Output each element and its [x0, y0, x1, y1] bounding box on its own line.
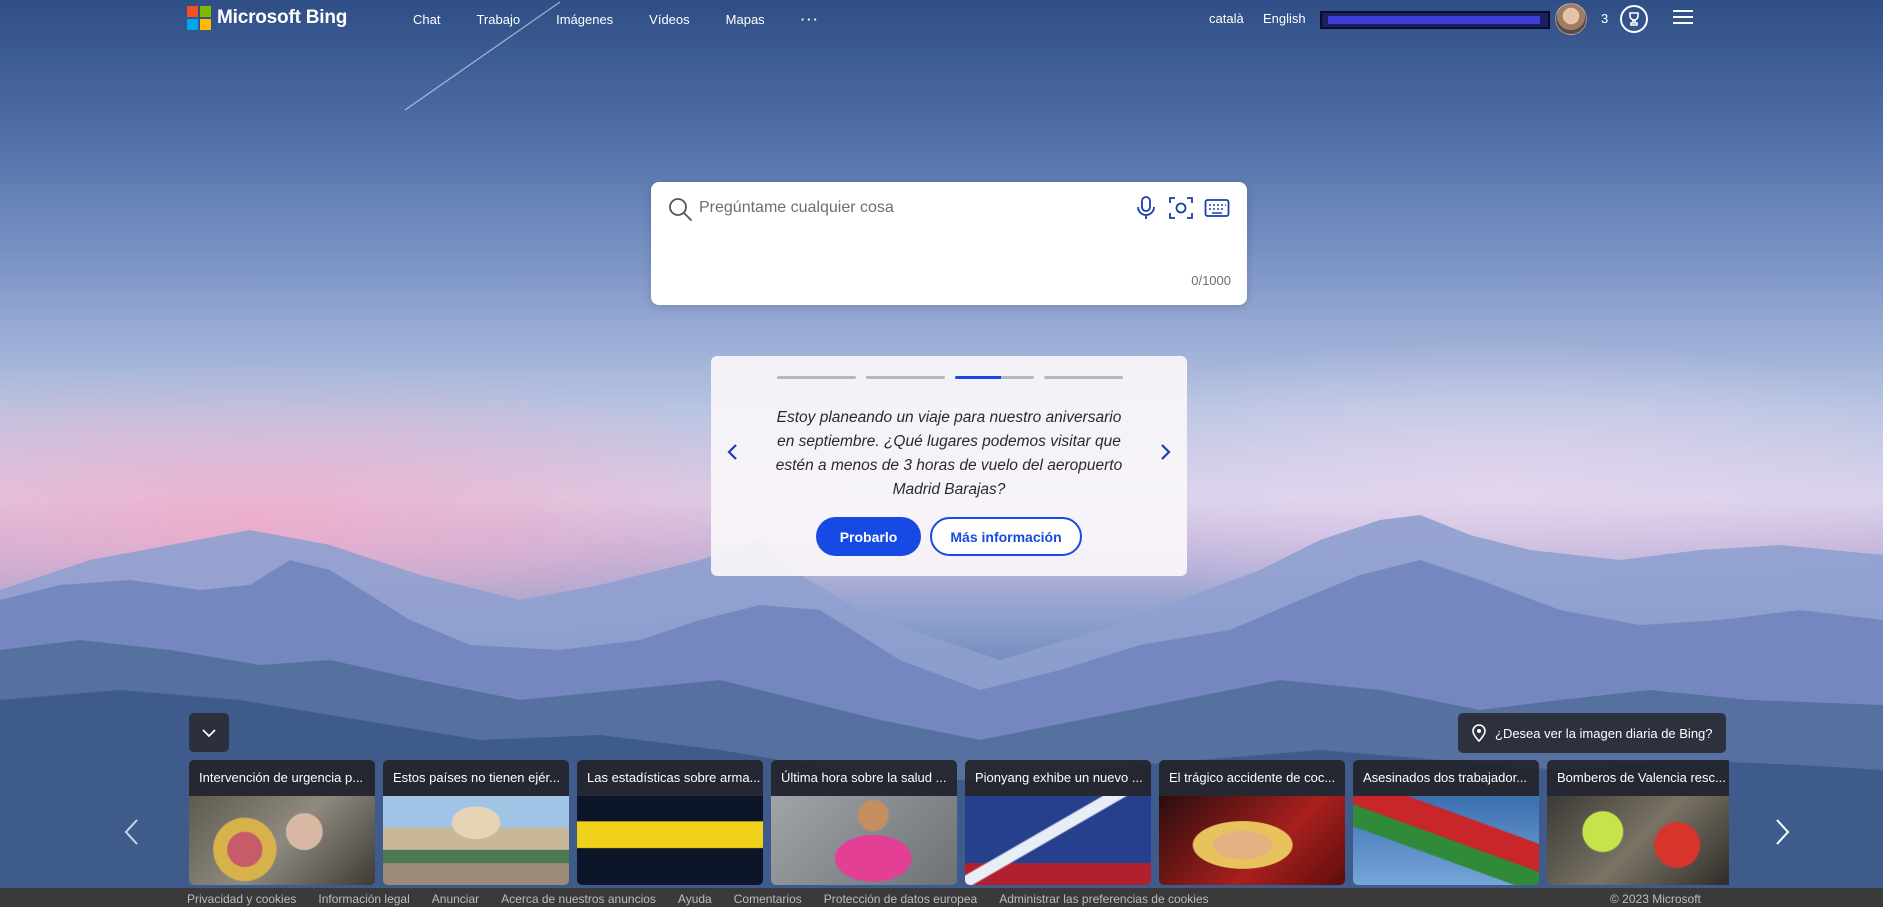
progress-step[interactable] [1044, 376, 1123, 379]
news-card[interactable]: Asesinados dos trabajador... [1353, 760, 1539, 885]
microsoft-logo-icon [187, 6, 211, 30]
char-count: 0/1000 [1191, 273, 1231, 288]
news-title: Asesinados dos trabajador... [1353, 760, 1539, 796]
news-title: Bomberos de Valencia resc... [1547, 760, 1729, 796]
top-header: Microsoft Bing Chat Trabajo Imágenes Víd… [0, 0, 1883, 40]
progress-step[interactable] [777, 376, 856, 379]
rewards-count[interactable]: 3 [1601, 11, 1608, 26]
news-card[interactable]: El trágico accidente de coc... [1159, 760, 1345, 885]
news-prev-chevron-icon[interactable] [121, 817, 143, 847]
news-card[interactable]: Las estadísticas sobre arma... [577, 760, 763, 885]
news-title: El trágico accidente de coc... [1159, 760, 1345, 796]
avatar[interactable] [1555, 3, 1587, 35]
prompt-text: Estoy planeando un viaje para nuestro an… [775, 409, 1123, 498]
progress-step-active[interactable] [955, 376, 1034, 379]
top-nav: Chat Trabajo Imágenes Vídeos Mapas ··· [413, 12, 820, 27]
nav-trabajo[interactable]: Trabajo [476, 12, 520, 27]
news-card[interactable]: Intervención de urgencia p... [189, 760, 375, 885]
nav-mapas[interactable]: Mapas [726, 12, 765, 27]
footer-link[interactable]: Ayuda [678, 892, 712, 906]
footer-link[interactable]: Administrar las preferencias de cookies [999, 892, 1208, 906]
news-thumbnail [771, 796, 957, 885]
news-card[interactable]: Última hora sobre la salud ... [771, 760, 957, 885]
daily-image-button[interactable]: ¿Desea ver la imagen diaria de Bing? [1458, 713, 1726, 753]
search-box: 0/1000 [651, 182, 1247, 305]
brand-name: Microsoft Bing [217, 7, 348, 28]
rewards-trophy-icon[interactable] [1620, 5, 1648, 33]
news-thumbnail [965, 796, 1151, 885]
nav-more-button[interactable]: ··· [801, 12, 820, 27]
copyright: © 2023 Microsoft [1610, 892, 1701, 906]
bing-logo[interactable]: Microsoft Bing [187, 6, 347, 30]
daily-image-label: ¿Desea ver la imagen diaria de Bing? [1495, 725, 1713, 741]
news-carousel: Intervención de urgencia p... Estos país… [189, 760, 1729, 885]
footer-link[interactable]: Acerca de nuestros anuncios [501, 892, 656, 906]
news-thumbnail [383, 796, 569, 885]
visual-search-icon[interactable] [1168, 195, 1194, 221]
footer-link[interactable]: Protección de datos europea [824, 892, 977, 906]
hamburger-menu-icon[interactable] [1673, 10, 1695, 26]
news-card[interactable]: Estos países no tienen ejér... [383, 760, 569, 885]
footer: Privacidad y cookies Información legal A… [0, 888, 1883, 907]
chevron-right-icon[interactable] [1155, 440, 1175, 464]
more-info-button[interactable]: Más información [930, 517, 1082, 556]
news-title: Última hora sobre la salud ... [771, 760, 957, 796]
news-title: Pionyang exhibe un nuevo ... [965, 760, 1151, 796]
footer-links: Privacidad y cookies Información legal A… [187, 892, 1209, 906]
search-icon [669, 198, 692, 221]
news-title: Intervención de urgencia p... [189, 760, 375, 796]
news-card[interactable]: Pionyang exhibe un nuevo ... [965, 760, 1151, 885]
news-thumbnail [1547, 796, 1729, 885]
footer-link[interactable]: Anunciar [432, 892, 479, 906]
redacted-username [1320, 11, 1550, 29]
news-thumbnail [189, 796, 375, 885]
collapse-news-button[interactable] [189, 713, 229, 752]
lang-english[interactable]: English [1263, 11, 1306, 26]
news-thumbnail [1159, 796, 1345, 885]
footer-link[interactable]: Privacidad y cookies [187, 892, 296, 906]
carousel-progress [777, 376, 1123, 379]
lang-catala[interactable]: català [1209, 11, 1244, 26]
microphone-icon[interactable] [1134, 195, 1158, 221]
location-pin-icon [1472, 724, 1486, 742]
chevron-left-icon[interactable] [723, 440, 743, 464]
progress-step[interactable] [866, 376, 945, 379]
nav-imagenes[interactable]: Imágenes [556, 12, 613, 27]
prompt-suggestion-card: Estoy planeando un viaje para nuestro an… [711, 356, 1187, 576]
nav-chat[interactable]: Chat [413, 12, 440, 27]
search-input[interactable] [699, 194, 1079, 222]
keyboard-icon[interactable] [1204, 196, 1230, 220]
nav-videos[interactable]: Vídeos [649, 12, 689, 27]
footer-link[interactable]: Información legal [318, 892, 409, 906]
chevron-down-icon [202, 728, 216, 737]
footer-link[interactable]: Comentarios [734, 892, 802, 906]
news-thumbnail [1353, 796, 1539, 885]
news-next-chevron-icon[interactable] [1771, 817, 1793, 847]
news-card[interactable]: Bomberos de Valencia resc... [1547, 760, 1729, 885]
news-title: Estos países no tienen ejér... [383, 760, 569, 796]
news-thumbnail [577, 796, 763, 885]
try-button[interactable]: Probarlo [816, 517, 921, 556]
news-title: Las estadísticas sobre arma... [577, 760, 763, 796]
